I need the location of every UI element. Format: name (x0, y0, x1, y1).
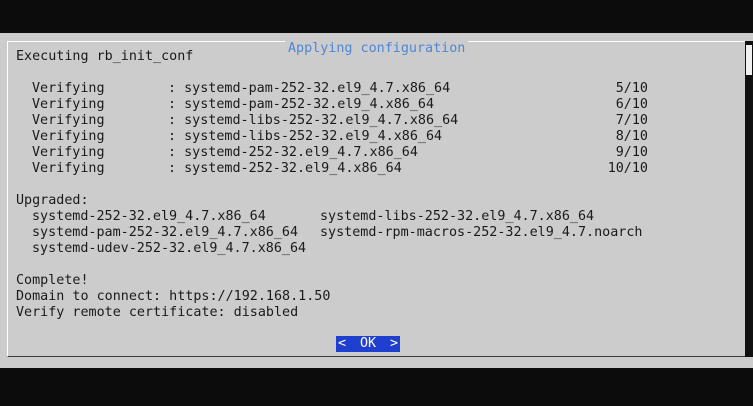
verify-count: 8/10 (615, 129, 648, 144)
dialog-title: Applying configuration (285, 41, 469, 57)
ok-left-arrow: < (338, 336, 347, 351)
verify-package: : systemd-libs-252-32.el9_4.x86_64 (168, 129, 443, 144)
verify-count: 5/10 (615, 81, 648, 96)
verify-count: 6/10 (615, 97, 648, 112)
verify-package: : systemd-pam-252-32.el9_4.7.x86_64 (168, 81, 451, 96)
verify-action: Verifying (32, 97, 105, 112)
complete-line: Complete! (16, 273, 89, 288)
ok-label: OK (359, 336, 377, 351)
scrollbar-thumb[interactable] (746, 45, 752, 75)
upgraded-heading: Upgraded: (16, 193, 89, 208)
upgraded-package: systemd-udev-252-32.el9_4.7.x86_64 (32, 241, 307, 256)
domain-line: Domain to connect: https://192.168.1.50 (16, 289, 331, 304)
upgraded-package: systemd-rpm-macros-252-32.el9_4.7.noarch (320, 225, 643, 240)
certificate-line: Verify remote certificate: disabled (16, 305, 299, 320)
upgraded-package: systemd-libs-252-32.el9_4.7.x86_64 (320, 209, 595, 224)
terminal-bottom-background (0, 368, 753, 406)
verify-action: Verifying (32, 161, 105, 176)
upgraded-package: systemd-pam-252-32.el9_4.7.x86_64 (32, 225, 299, 240)
scrollbar[interactable] (745, 41, 753, 357)
verify-count: 9/10 (615, 145, 648, 160)
verify-action: Verifying (32, 113, 105, 128)
config-dialog: Applying configuration Executing rb_init… (0, 33, 753, 368)
terminal-top-background (0, 0, 753, 33)
verify-action: Verifying (32, 129, 105, 144)
verify-package: : systemd-252-32.el9_4.7.x86_64 (168, 145, 418, 160)
executing-line: Executing rb_init_conf (16, 49, 194, 64)
ok-right-arrow: > (389, 336, 398, 351)
verify-package: : systemd-libs-252-32.el9_4.7.x86_64 (168, 113, 459, 128)
upgraded-package: systemd-252-32.el9_4.7.x86_64 (32, 209, 266, 224)
verify-package: : systemd-252-32.el9_4.x86_64 (168, 161, 402, 176)
verify-action: Verifying (32, 145, 105, 160)
verify-count: 7/10 (615, 113, 648, 128)
verify-count: 10/10 (607, 161, 648, 176)
verify-action: Verifying (32, 81, 105, 96)
ok-button[interactable]: < OK > (336, 336, 400, 352)
verify-package: : systemd-pam-252-32.el9_4.x86_64 (168, 97, 435, 112)
